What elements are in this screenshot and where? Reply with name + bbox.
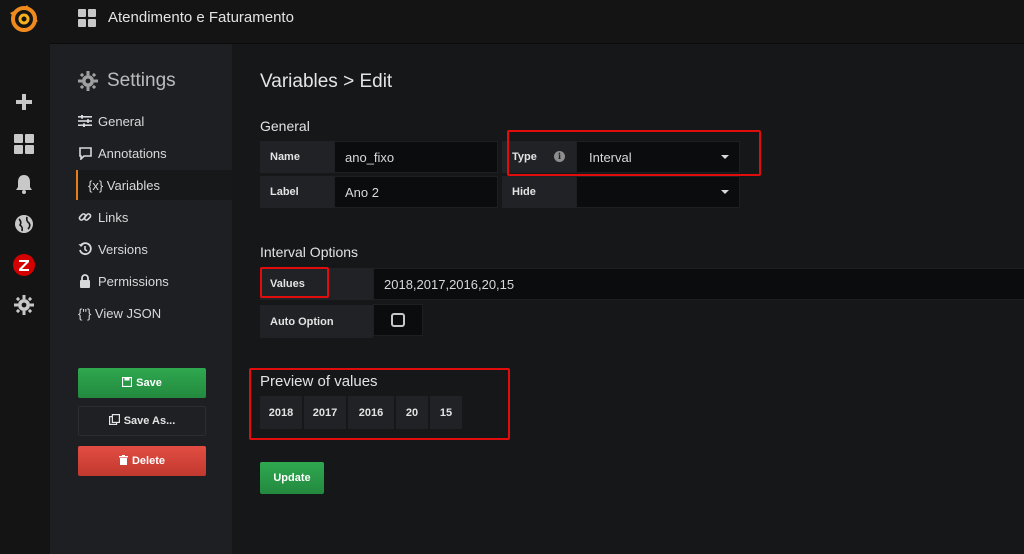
preview-value-chip: 15 (430, 396, 462, 429)
preview-value-chip: 2016 (348, 396, 394, 429)
type-select-value: Interval (589, 149, 632, 165)
preview-values-list: 2018 2017 2016 20 15 (260, 396, 462, 429)
values-label: Values (260, 268, 373, 300)
hide-select[interactable] (576, 176, 740, 208)
name-input[interactable]: ano_fixo (334, 141, 498, 173)
settings-item-variables[interactable]: {x} Variables (76, 170, 232, 200)
bell-icon[interactable] (12, 172, 36, 196)
dashboard-grid-icon (78, 9, 96, 27)
settings-item-label: Annotations (98, 145, 167, 161)
settings-item-label: Permissions (98, 273, 169, 289)
sliders-icon (78, 114, 92, 128)
preview-value-chip: 20 (396, 396, 428, 429)
type-label: Type i (502, 141, 576, 173)
save-button[interactable]: Save (78, 368, 206, 398)
settings-heading: Settings (78, 70, 176, 92)
settings-heading-label: Settings (107, 70, 176, 91)
settings-gear-icon (78, 71, 98, 91)
preview-value-chip: 2018 (260, 396, 302, 429)
type-select[interactable]: Interval (576, 141, 740, 173)
settings-item-versions[interactable]: Versions (78, 234, 232, 264)
plus-icon[interactable] (12, 90, 36, 114)
delete-button-label: Delete (131, 455, 166, 467)
page-title: Variables > Edit (260, 71, 393, 92)
history-icon (78, 242, 92, 256)
settings-sidebar: Settings General Annotations {x} Variabl… (50, 44, 232, 554)
settings-item-links[interactable]: Links (78, 202, 232, 232)
hide-label: Hide (502, 176, 576, 208)
save-as-button[interactable]: Save As... (78, 406, 206, 436)
label-label: Label (260, 176, 334, 208)
settings-item-label: {"} View JSON (78, 305, 162, 321)
lock-icon (78, 274, 92, 288)
side-menu (0, 0, 50, 554)
label-input[interactable]: Ano 2 (334, 176, 498, 208)
preview-heading: Preview of values (260, 373, 378, 390)
main-content: Variables > Edit General Name ano_fixo T… (232, 44, 1024, 554)
floppy-icon (122, 376, 133, 390)
comment-icon (78, 146, 92, 160)
globe-icon[interactable] (12, 212, 36, 236)
dashboard-title[interactable]: Atendimento e Faturamento (108, 9, 294, 26)
settings-item-label: Versions (98, 241, 148, 257)
settings-item-view-json[interactable]: {"} View JSON (78, 298, 232, 328)
auto-option-label: Auto Option (260, 305, 373, 338)
type-label-text: Type (512, 151, 537, 163)
delete-button[interactable]: Delete (78, 446, 206, 476)
settings-item-label: {x} Variables (88, 177, 161, 193)
values-input[interactable]: 2018,2017,2016,20,15 (373, 268, 1024, 300)
gear-icon[interactable] (12, 293, 36, 317)
save-button-label: Save (136, 377, 162, 389)
update-button[interactable]: Update (260, 462, 324, 494)
settings-item-annotations[interactable]: Annotations (78, 138, 232, 168)
trash-icon (118, 454, 128, 468)
grafana-logo-icon[interactable] (9, 4, 39, 34)
save-as-button-label: Save As... (123, 415, 176, 427)
interval-options-heading: Interval Options (260, 244, 359, 260)
settings-item-general[interactable]: General (78, 106, 232, 136)
dashboards-icon[interactable] (12, 132, 36, 156)
checkbox-box (391, 313, 405, 327)
link-icon (78, 210, 92, 224)
top-navbar: Atendimento e Faturamento (50, 0, 1024, 44)
general-heading: General (260, 118, 310, 134)
settings-item-label: General (98, 113, 145, 129)
settings-item-permissions[interactable]: Permissions (78, 266, 232, 296)
name-label: Name (260, 141, 334, 173)
caret-down-icon (721, 190, 729, 194)
caret-down-icon (721, 155, 729, 159)
settings-item-label: Links (98, 209, 129, 225)
preview-value-chip: 2017 (304, 396, 346, 429)
auto-option-checkbox[interactable] (373, 304, 423, 336)
info-icon[interactable]: i (554, 151, 565, 162)
zabbix-icon[interactable] (12, 253, 36, 277)
copy-icon (108, 414, 120, 428)
